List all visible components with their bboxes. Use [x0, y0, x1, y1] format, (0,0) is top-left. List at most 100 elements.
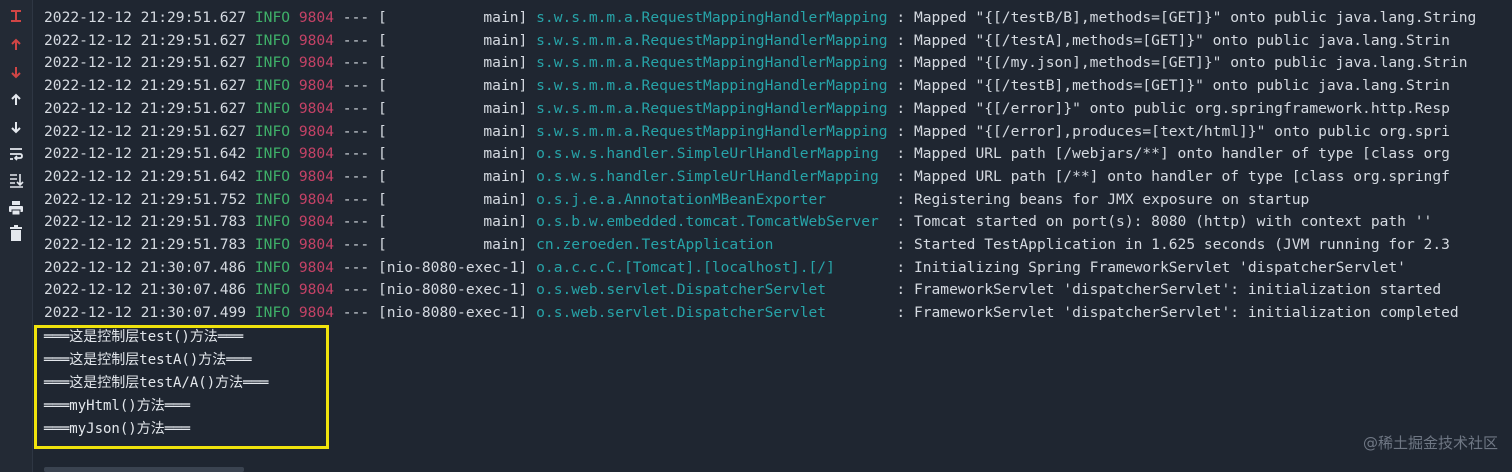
log-separator: --- [342, 77, 370, 95]
log-logger: s.w.s.m.m.a.RequestMappingHandlerMapping [536, 54, 888, 72]
log-logger: o.s.b.w.embedded.tomcat.TomcatWebServer [536, 213, 888, 231]
log-thread: [ main] [377, 77, 528, 95]
log-pid: 9804 [298, 9, 334, 26]
log-message: : Mapped "{[/error],produces=[text/html]… [896, 122, 1450, 140]
log-level: INFO [254, 145, 291, 163]
log-timestamp: 2022-12-12 21:29:51.627 [44, 77, 247, 95]
log-timestamp: 2022-12-12 21:30:07.486 [44, 258, 247, 276]
log-logger: s.w.s.m.m.a.RequestMappingHandlerMapping [536, 122, 888, 140]
output-line: ═══这是控制层testA/A()方法═══ [44, 375, 269, 391]
scroll-to-end-icon[interactable] [6, 170, 26, 190]
log-thread: [ main] [377, 122, 528, 140]
scroll-up-icon[interactable] [6, 35, 26, 55]
log-message: : FrameworkServlet 'dispatcherServlet': … [896, 304, 1459, 322]
log-level: INFO [254, 54, 291, 72]
log-pid: 9804 [298, 167, 334, 185]
log-line: 2022-12-12 21:30:07.486 INFO 9804 --- [n… [44, 257, 1406, 279]
rerun-icon[interactable] [6, 6, 26, 26]
log-thread: [nio-8080-exec-1] [377, 258, 528, 276]
log-timestamp: 2022-12-12 21:29:51.783 [44, 213, 247, 231]
log-pid: 9804 [298, 77, 334, 95]
log-thread: [ main] [377, 31, 528, 49]
log-thread: [nio-8080-exec-1] [377, 304, 528, 322]
log-message: : Mapped URL path [/**] onto handler of … [896, 167, 1450, 185]
log-message: : Mapped "{[/my.json],methods=[GET]}" on… [896, 54, 1468, 72]
log-timestamp: 2022-12-12 21:29:51.627 [44, 122, 247, 140]
log-pid: 9804 [298, 190, 334, 208]
horizontal-scrollbar[interactable] [44, 467, 244, 472]
watermark: @稀土掘金技术社区 [1362, 434, 1498, 452]
down-arrow-icon[interactable] [6, 117, 26, 137]
log-thread: [ main] [377, 54, 528, 72]
log-timestamp: 2022-12-12 21:29:51.752 [44, 190, 247, 208]
log-line: 2022-12-12 21:30:07.486 INFO 9804 --- [n… [44, 279, 1441, 301]
log-message: : Initializing Spring FrameworkServlet '… [896, 258, 1406, 276]
log-line: 2022-12-12 21:29:51.642 INFO 9804 --- [ … [44, 166, 1450, 188]
log-timestamp: 2022-12-12 21:29:51.627 [44, 31, 247, 49]
log-level: INFO [254, 258, 291, 276]
log-message: : Registering beans for JMX exposure on … [896, 190, 1310, 208]
log-separator: --- [342, 122, 370, 140]
log-timestamp: 2022-12-12 21:29:51.783 [44, 236, 247, 253]
log-level: INFO [254, 9, 291, 26]
log-timestamp: 2022-12-12 21:29:51.627 [44, 9, 247, 26]
log-pid: 9804 [298, 122, 334, 140]
log-message: : Mapped "{[/testB],methods=[GET]}" onto… [896, 77, 1450, 95]
log-message: : Mapped URL path [/webjars/**] onto han… [896, 145, 1450, 163]
log-line: 2022-12-12 21:29:51.627 INFO 9804 --- [ … [44, 52, 1467, 74]
log-pid: 9804 [298, 213, 334, 231]
log-level: INFO [254, 213, 291, 231]
output-line: ═══这是控制层testA()方法═══ [44, 352, 252, 368]
log-separator: --- [342, 145, 370, 163]
log-separator: --- [342, 190, 370, 208]
log-pid: 9804 [298, 236, 334, 253]
log-separator: --- [342, 54, 370, 72]
log-message: : Mapped "{[/error]}" onto public org.sp… [896, 99, 1450, 117]
log-line: 2022-12-12 21:30:07.499 INFO 9804 --- [n… [44, 302, 1459, 324]
log-separator: --- [342, 99, 370, 117]
log-line: 2022-12-12 21:29:51.783 INFO 9804 --- [ … [44, 211, 1432, 233]
log-pid: 9804 [298, 145, 334, 163]
log-timestamp: 2022-12-12 21:29:51.642 [44, 145, 247, 163]
soft-wrap-icon[interactable] [6, 144, 26, 164]
log-message: : Mapped "{[/testB/B],methods=[GET]}" on… [896, 9, 1477, 26]
log-level: INFO [254, 99, 291, 117]
log-thread: [ main] [377, 167, 528, 185]
log-level: INFO [254, 77, 291, 95]
log-line: 2022-12-12 21:29:51.752 INFO 9804 --- [ … [44, 189, 1309, 211]
log-level: INFO [254, 304, 291, 322]
log-separator: --- [342, 236, 370, 253]
log-message: : Mapped "{[/testA],methods=[GET]}" onto… [896, 31, 1450, 49]
log-timestamp: 2022-12-12 21:29:51.642 [44, 167, 247, 185]
print-icon[interactable] [6, 198, 26, 218]
log-line: 2022-12-12 21:29:51.627 INFO 9804 --- [ … [44, 30, 1450, 52]
log-message: : FrameworkServlet 'dispatcherServlet': … [896, 281, 1442, 299]
log-separator: --- [342, 304, 370, 322]
log-thread: [ main] [377, 99, 528, 117]
log-level: INFO [254, 122, 291, 140]
log-thread: [ main] [377, 213, 528, 231]
log-thread: [ main] [377, 9, 528, 26]
log-line: 2022-12-12 21:29:51.783 INFO 9804 --- [ … [44, 234, 1450, 256]
log-line: 2022-12-12 21:29:51.642 INFO 9804 --- [ … [44, 143, 1450, 165]
log-timestamp: 2022-12-12 21:30:07.499 [44, 304, 247, 322]
log-thread: [ main] [377, 236, 528, 253]
log-separator: --- [342, 9, 370, 26]
log-logger: o.s.web.servlet.DispatcherServlet [536, 281, 888, 299]
log-pid: 9804 [298, 31, 334, 49]
log-message: : Started TestApplication in 1.625 secon… [896, 236, 1450, 253]
log-line: 2022-12-12 21:29:51.627 INFO 9804 --- [ … [44, 98, 1450, 120]
up-arrow-icon[interactable] [6, 90, 26, 110]
log-pid: 9804 [298, 281, 334, 299]
log-pid: 9804 [298, 304, 334, 322]
trash-icon[interactable] [6, 223, 26, 243]
log-level: INFO [254, 190, 291, 208]
log-logger: s.w.s.m.m.a.RequestMappingHandlerMapping [536, 77, 888, 95]
log-logger: o.s.web.servlet.DispatcherServlet [536, 304, 888, 322]
scroll-down-icon[interactable] [6, 62, 26, 82]
log-logger: s.w.s.m.m.a.RequestMappingHandlerMapping [536, 99, 888, 117]
log-thread: [ main] [377, 145, 528, 163]
log-level: INFO [254, 31, 291, 49]
log-line: 2022-12-12 21:29:51.627 INFO 9804 --- [ … [44, 7, 1476, 29]
log-logger: o.s.w.s.handler.SimpleUrlHandlerMapping [536, 167, 888, 185]
